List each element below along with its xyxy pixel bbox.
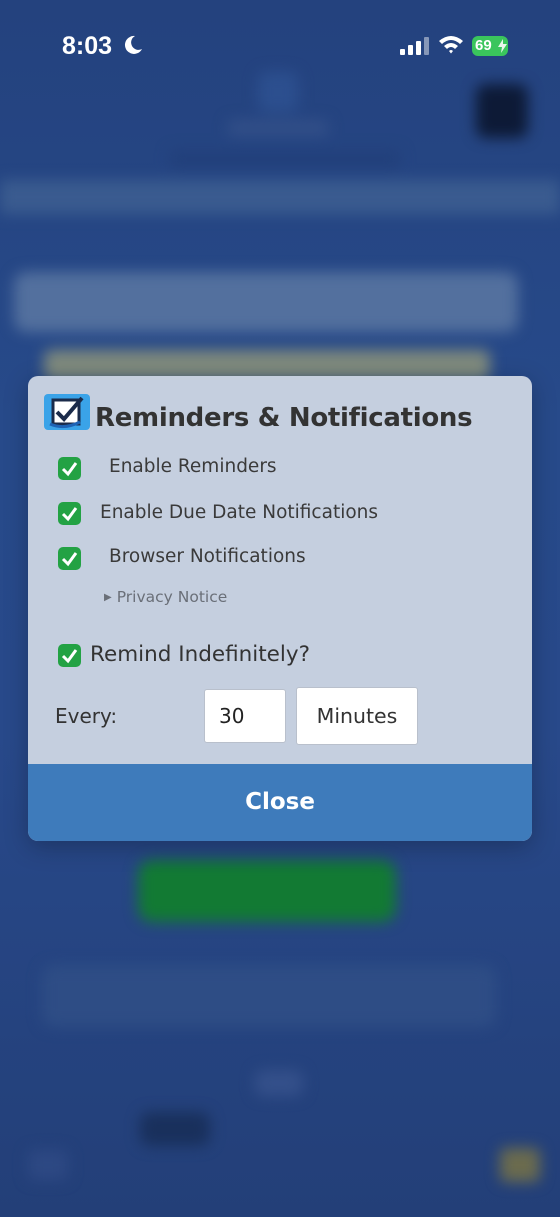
checkbox-icon	[44, 394, 90, 430]
moon-icon	[124, 35, 142, 54]
signal-icon	[400, 37, 429, 55]
checkmark-icon	[61, 649, 78, 664]
interval-unit-select[interactable]: Minutes	[296, 687, 418, 745]
interval-input[interactable]	[204, 689, 286, 743]
checkmark-icon	[61, 507, 78, 522]
checkmark-icon	[61, 462, 78, 477]
remind-indefinitely-checkbox[interactable]	[58, 644, 81, 667]
privacy-notice-label: Privacy Notice	[116, 588, 228, 606]
browser-notifications-label: Browser Notifications	[109, 546, 306, 567]
enable-due-date-label: Enable Due Date Notifications	[100, 502, 379, 523]
remind-indefinitely-label: Remind Indefinitely?	[90, 642, 310, 667]
battery-level: 69	[475, 37, 492, 54]
checkmark-icon	[61, 552, 78, 567]
background-card	[14, 272, 518, 332]
modal-title: Reminders & Notifications	[95, 403, 473, 433]
privacy-notice-toggle[interactable]: ▶ Privacy Notice	[104, 588, 227, 606]
enable-reminders-checkbox[interactable]	[58, 457, 81, 480]
wifi-icon	[439, 36, 463, 54]
status-time: 8:03	[62, 32, 113, 60]
every-label: Every:	[55, 704, 118, 728]
caret-right-icon: ▶	[104, 592, 112, 603]
enable-reminders-label: Enable Reminders	[109, 456, 277, 477]
battery-icon: 69	[472, 36, 508, 56]
background-subtitle	[170, 150, 400, 168]
background-indicator	[255, 1070, 303, 1096]
charging-bolt-icon	[498, 39, 507, 53]
background-corner-left	[28, 1150, 68, 1180]
background-ticker	[0, 180, 560, 214]
background-green-button	[138, 860, 396, 922]
background-corner-right	[500, 1148, 540, 1182]
background-tip	[42, 965, 496, 1027]
status-bar: 8:03 69	[0, 0, 560, 90]
reminders-modal: Reminders & Notifications Enable Reminde…	[28, 376, 532, 841]
enable-due-date-checkbox[interactable]	[58, 502, 81, 525]
background-menu-button	[476, 84, 528, 138]
background-pill	[140, 1112, 210, 1146]
close-button[interactable]: Close	[28, 764, 532, 841]
background-logo-text	[228, 120, 328, 136]
browser-notifications-checkbox[interactable]	[58, 547, 81, 570]
